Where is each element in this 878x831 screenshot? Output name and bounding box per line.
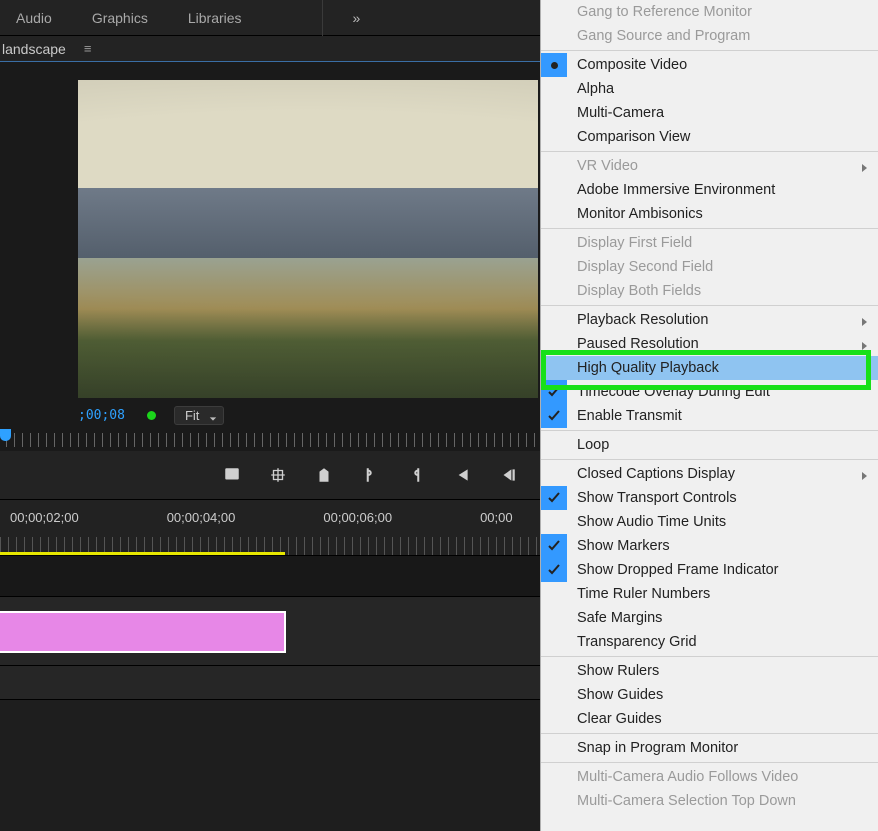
check-on-icon: [541, 404, 567, 428]
check-on-icon: [541, 534, 567, 558]
menu-item-clear-guides[interactable]: Clear Guides: [541, 707, 878, 731]
step-back-icon[interactable]: [499, 466, 517, 484]
menu-item-playback-resolution[interactable]: Playback Resolution: [541, 308, 878, 332]
menu-item-show-guides[interactable]: Show Guides: [541, 683, 878, 707]
mark-out-icon[interactable]: [407, 466, 425, 484]
work-area-bar[interactable]: [0, 552, 285, 555]
menu-item-time-ruler-numbers[interactable]: Time Ruler Numbers: [541, 582, 878, 606]
ruler-label: 00;00: [480, 510, 513, 525]
menu-item-display-both-fields: Display Both Fields: [541, 279, 878, 303]
menu-item-paused-resolution[interactable]: Paused Resolution: [541, 332, 878, 356]
audio-clip[interactable]: [0, 611, 286, 653]
menu-item-display-second-field: Display Second Field: [541, 255, 878, 279]
check-on-icon: [541, 558, 567, 582]
submenu-arrow-icon: [860, 338, 868, 346]
menu-item-composite-video[interactable]: Composite Video: [541, 53, 878, 77]
menu-item-show-markers[interactable]: Show Markers: [541, 534, 878, 558]
menu-item-timecode-overlay[interactable]: Timecode Overlay During Edit: [541, 380, 878, 404]
menu-audio[interactable]: Audio: [16, 10, 52, 26]
panel-title: landscape: [2, 41, 66, 57]
menu-item-show-rulers[interactable]: Show Rulers: [541, 659, 878, 683]
check-on-icon: [541, 380, 567, 404]
submenu-arrow-icon: [860, 314, 868, 322]
video-preview[interactable]: [78, 80, 538, 398]
menu-item-high-quality-playback[interactable]: High Quality Playback: [541, 356, 878, 380]
menu-item-loop[interactable]: Loop: [541, 433, 878, 457]
menu-item-enable-transmit[interactable]: Enable Transmit: [541, 404, 878, 428]
menu-item-alpha[interactable]: Alpha: [541, 77, 878, 101]
menu-item-monitor-ambisonics[interactable]: Monitor Ambisonics: [541, 202, 878, 226]
settings-grid-icon[interactable]: [269, 466, 287, 484]
timecode-display[interactable]: ;00;08: [78, 408, 125, 423]
radio-on-icon: [541, 53, 567, 77]
add-marker-icon[interactable]: [223, 466, 241, 484]
menu-graphics[interactable]: Graphics: [92, 10, 148, 26]
menu-item-closed-captions[interactable]: Closed Captions Display: [541, 462, 878, 486]
mark-in-icon[interactable]: [361, 466, 379, 484]
menu-item-mc-audio-follows: Multi-Camera Audio Follows Video: [541, 765, 878, 789]
recording-indicator-icon: [147, 411, 156, 420]
menu-item-mc-selection-topdown: Multi-Camera Selection Top Down: [541, 789, 878, 813]
playhead-icon[interactable]: [0, 429, 11, 441]
check-on-icon: [541, 486, 567, 510]
menu-more-icon[interactable]: »: [322, 0, 361, 36]
menu-item-gang-source: Gang Source and Program: [541, 24, 878, 48]
zoom-fit-label: Fit: [185, 408, 199, 423]
marker-icon[interactable]: [315, 466, 333, 484]
program-monitor-context-menu: Gang to Reference Monitor Gang Source an…: [540, 0, 878, 831]
menu-item-show-transport[interactable]: Show Transport Controls: [541, 486, 878, 510]
menu-item-safe-margins[interactable]: Safe Margins: [541, 606, 878, 630]
ruler-label: 00;00;06;00: [323, 510, 392, 525]
menu-libraries[interactable]: Libraries: [188, 10, 242, 26]
submenu-arrow-icon: [860, 160, 868, 168]
menu-item-vr-video: VR Video: [541, 154, 878, 178]
menu-item-snap-program-monitor[interactable]: Snap in Program Monitor: [541, 736, 878, 760]
menu-item-gang-reference: Gang to Reference Monitor: [541, 0, 878, 24]
submenu-arrow-icon: [860, 468, 868, 476]
go-to-in-icon[interactable]: [453, 466, 471, 484]
ruler-label: 00;00;04;00: [167, 510, 236, 525]
ruler-label: 00;00;02;00: [10, 510, 79, 525]
menu-item-show-audio-units[interactable]: Show Audio Time Units: [541, 510, 878, 534]
menu-item-display-first-field: Display First Field: [541, 231, 878, 255]
panel-menu-icon[interactable]: ≡: [76, 41, 92, 56]
menu-item-show-dropped-frame[interactable]: Show Dropped Frame Indicator: [541, 558, 878, 582]
zoom-fit-dropdown[interactable]: Fit: [174, 406, 224, 425]
menu-item-adobe-immersive[interactable]: Adobe Immersive Environment: [541, 178, 878, 202]
menu-item-multi-camera[interactable]: Multi-Camera: [541, 101, 878, 125]
menu-item-comparison-view[interactable]: Comparison View: [541, 125, 878, 149]
chevron-down-icon: [209, 411, 217, 419]
menu-item-transparency-grid[interactable]: Transparency Grid: [541, 630, 878, 654]
